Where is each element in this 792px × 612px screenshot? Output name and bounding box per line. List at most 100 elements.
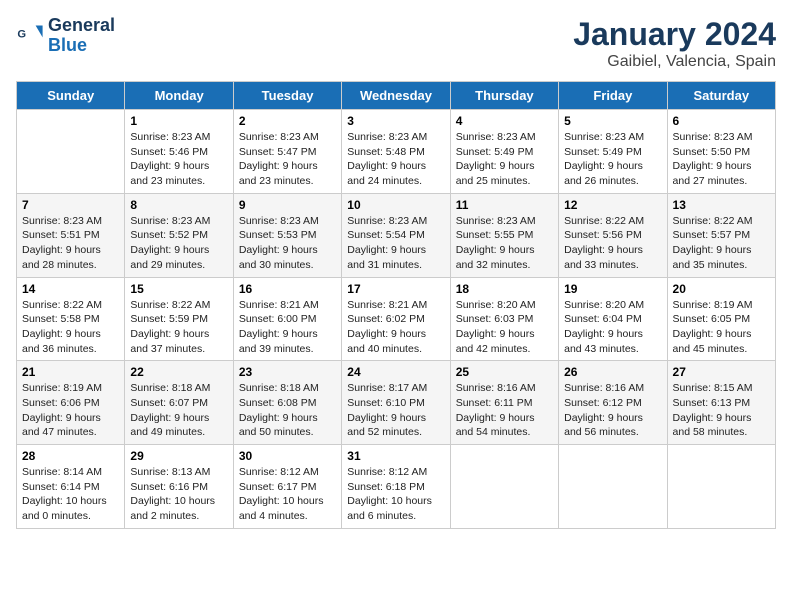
day-number: 19 bbox=[564, 282, 661, 296]
day-number: 25 bbox=[456, 365, 553, 379]
calendar-cell: 6 Sunrise: 8:23 AMSunset: 5:50 PMDaylight… bbox=[667, 110, 775, 194]
day-number: 3 bbox=[347, 114, 444, 128]
calendar-cell: 2 Sunrise: 8:23 AMSunset: 5:47 PMDaylight… bbox=[233, 110, 341, 194]
calendar-cell: 14 Sunrise: 8:22 AMSunset: 5:58 PMDayligh… bbox=[17, 277, 125, 361]
day-info: Sunrise: 8:23 AMSunset: 5:55 PMDaylight:… bbox=[456, 214, 553, 273]
day-number: 16 bbox=[239, 282, 336, 296]
day-info: Sunrise: 8:23 AMSunset: 5:48 PMDaylight:… bbox=[347, 130, 444, 189]
calendar-cell: 4 Sunrise: 8:23 AMSunset: 5:49 PMDaylight… bbox=[450, 110, 558, 194]
day-info: Sunrise: 8:12 AMSunset: 6:18 PMDaylight:… bbox=[347, 465, 444, 524]
day-header-tuesday: Tuesday bbox=[233, 82, 341, 110]
calendar-week-1: 1Sunrise: 8:23 AMSunset: 5:46 PMDaylight… bbox=[17, 110, 776, 194]
calendar-cell: 25 Sunrise: 8:16 AMSunset: 6:11 PMDayligh… bbox=[450, 361, 558, 445]
day-info: Sunrise: 8:16 AMSunset: 6:12 PMDaylight:… bbox=[564, 381, 661, 440]
day-number: 26 bbox=[564, 365, 661, 379]
title-block: January 2024 Gaibiel, Valencia, Spain bbox=[573, 16, 776, 71]
day-header-monday: Monday bbox=[125, 82, 233, 110]
day-number: 13 bbox=[673, 198, 770, 212]
calendar-cell: 15 Sunrise: 8:22 AMSunset: 5:59 PMDayligh… bbox=[125, 277, 233, 361]
calendar-table: SundayMondayTuesdayWednesdayThursdayFrid… bbox=[16, 81, 776, 529]
day-info: Sunrise: 8:19 AMSunset: 6:05 PMDaylight:… bbox=[673, 298, 770, 357]
day-info: Sunrise: 8:17 AMSunset: 6:10 PMDaylight:… bbox=[347, 381, 444, 440]
day-number: 8 bbox=[130, 198, 227, 212]
day-header-thursday: Thursday bbox=[450, 82, 558, 110]
day-info: Sunrise: 8:23 AMSunset: 5:49 PMDaylight:… bbox=[456, 130, 553, 189]
day-number: 6 bbox=[673, 114, 770, 128]
calendar-cell: 7Sunrise: 8:23 AMSunset: 5:51 PMDaylight… bbox=[17, 193, 125, 277]
calendar-cell: 23 Sunrise: 8:18 AMSunset: 6:08 PMDayligh… bbox=[233, 361, 341, 445]
calendar-cell: 17Sunrise: 8:21 AMSunset: 6:02 PMDayligh… bbox=[342, 277, 450, 361]
svg-text:G: G bbox=[17, 28, 26, 40]
calendar-cell: 13 Sunrise: 8:22 AMSunset: 5:57 PMDayligh… bbox=[667, 193, 775, 277]
calendar-week-3: 14 Sunrise: 8:22 AMSunset: 5:58 PMDayligh… bbox=[17, 277, 776, 361]
day-number: 27 bbox=[673, 365, 770, 379]
day-info: Sunrise: 8:19 AMSunset: 6:06 PMDaylight:… bbox=[22, 381, 119, 440]
logo-icon: G bbox=[16, 22, 44, 50]
logo: G General Blue bbox=[16, 16, 115, 56]
calendar-cell: 18 Sunrise: 8:20 AMSunset: 6:03 PMDayligh… bbox=[450, 277, 558, 361]
calendar-cell bbox=[17, 110, 125, 194]
day-info: Sunrise: 8:20 AMSunset: 6:04 PMDaylight:… bbox=[564, 298, 661, 357]
day-number: 30 bbox=[239, 449, 336, 463]
day-number: 4 bbox=[456, 114, 553, 128]
day-number: 11 bbox=[456, 198, 553, 212]
day-number: 15 bbox=[130, 282, 227, 296]
calendar-cell: 9 Sunrise: 8:23 AMSunset: 5:53 PMDaylight… bbox=[233, 193, 341, 277]
calendar-cell: 21 Sunrise: 8:19 AMSunset: 6:06 PMDayligh… bbox=[17, 361, 125, 445]
day-number: 23 bbox=[239, 365, 336, 379]
calendar-cell: 8 Sunrise: 8:23 AMSunset: 5:52 PMDaylight… bbox=[125, 193, 233, 277]
calendar-cell: 29 Sunrise: 8:13 AMSunset: 6:16 PMDayligh… bbox=[125, 445, 233, 529]
day-number: 29 bbox=[130, 449, 227, 463]
calendar-cell: 31 Sunrise: 8:12 AMSunset: 6:18 PMDayligh… bbox=[342, 445, 450, 529]
calendar-cell: 3 Sunrise: 8:23 AMSunset: 5:48 PMDaylight… bbox=[342, 110, 450, 194]
day-info: Sunrise: 8:13 AMSunset: 6:16 PMDaylight:… bbox=[130, 465, 227, 524]
calendar-cell: 5Sunrise: 8:23 AMSunset: 5:49 PMDaylight… bbox=[559, 110, 667, 194]
calendar-cell: 30Sunrise: 8:12 AMSunset: 6:17 PMDayligh… bbox=[233, 445, 341, 529]
calendar-cell: 24 Sunrise: 8:17 AMSunset: 6:10 PMDayligh… bbox=[342, 361, 450, 445]
day-info: Sunrise: 8:23 AMSunset: 5:47 PMDaylight:… bbox=[239, 130, 336, 189]
day-info: Sunrise: 8:18 AMSunset: 6:07 PMDaylight:… bbox=[130, 381, 227, 440]
calendar-week-2: 7Sunrise: 8:23 AMSunset: 5:51 PMDaylight… bbox=[17, 193, 776, 277]
day-info: Sunrise: 8:23 AMSunset: 5:53 PMDaylight:… bbox=[239, 214, 336, 273]
calendar-cell: 26 Sunrise: 8:16 AMSunset: 6:12 PMDayligh… bbox=[559, 361, 667, 445]
calendar-cell: 22 Sunrise: 8:18 AMSunset: 6:07 PMDayligh… bbox=[125, 361, 233, 445]
day-number: 18 bbox=[456, 282, 553, 296]
calendar-cell: 16Sunrise: 8:21 AMSunset: 6:00 PMDayligh… bbox=[233, 277, 341, 361]
day-info: Sunrise: 8:22 AMSunset: 5:59 PMDaylight:… bbox=[130, 298, 227, 357]
day-number: 14 bbox=[22, 282, 119, 296]
day-info: Sunrise: 8:15 AMSunset: 6:13 PMDaylight:… bbox=[673, 381, 770, 440]
day-number: 12 bbox=[564, 198, 661, 212]
day-info: Sunrise: 8:23 AMSunset: 5:46 PMDaylight:… bbox=[130, 130, 227, 189]
day-number: 5 bbox=[564, 114, 661, 128]
calendar-week-5: 28Sunrise: 8:14 AMSunset: 6:14 PMDayligh… bbox=[17, 445, 776, 529]
day-info: Sunrise: 8:20 AMSunset: 6:03 PMDaylight:… bbox=[456, 298, 553, 357]
day-number: 22 bbox=[130, 365, 227, 379]
calendar-cell bbox=[450, 445, 558, 529]
calendar-cell: 27 Sunrise: 8:15 AMSunset: 6:13 PMDayligh… bbox=[667, 361, 775, 445]
day-info: Sunrise: 8:22 AMSunset: 5:56 PMDaylight:… bbox=[564, 214, 661, 273]
calendar-cell: 11 Sunrise: 8:23 AMSunset: 5:55 PMDayligh… bbox=[450, 193, 558, 277]
day-number: 10 bbox=[347, 198, 444, 212]
day-number: 31 bbox=[347, 449, 444, 463]
calendar-cell bbox=[559, 445, 667, 529]
day-header-sunday: Sunday bbox=[17, 82, 125, 110]
day-number: 9 bbox=[239, 198, 336, 212]
day-header-friday: Friday bbox=[559, 82, 667, 110]
main-title: January 2024 bbox=[573, 16, 776, 53]
logo-line1: General bbox=[48, 16, 115, 36]
day-number: 24 bbox=[347, 365, 444, 379]
day-info: Sunrise: 8:18 AMSunset: 6:08 PMDaylight:… bbox=[239, 381, 336, 440]
calendar-week-4: 21 Sunrise: 8:19 AMSunset: 6:06 PMDayligh… bbox=[17, 361, 776, 445]
day-info: Sunrise: 8:22 AMSunset: 5:58 PMDaylight:… bbox=[22, 298, 119, 357]
day-number: 20 bbox=[673, 282, 770, 296]
day-info: Sunrise: 8:22 AMSunset: 5:57 PMDaylight:… bbox=[673, 214, 770, 273]
day-info: Sunrise: 8:23 AMSunset: 5:50 PMDaylight:… bbox=[673, 130, 770, 189]
day-info: Sunrise: 8:23 AMSunset: 5:54 PMDaylight:… bbox=[347, 214, 444, 273]
day-info: Sunrise: 8:16 AMSunset: 6:11 PMDaylight:… bbox=[456, 381, 553, 440]
day-number: 17 bbox=[347, 282, 444, 296]
calendar-cell: 1Sunrise: 8:23 AMSunset: 5:46 PMDaylight… bbox=[125, 110, 233, 194]
day-info: Sunrise: 8:23 AMSunset: 5:52 PMDaylight:… bbox=[130, 214, 227, 273]
day-number: 21 bbox=[22, 365, 119, 379]
logo-line2: Blue bbox=[48, 36, 115, 56]
day-number: 2 bbox=[239, 114, 336, 128]
